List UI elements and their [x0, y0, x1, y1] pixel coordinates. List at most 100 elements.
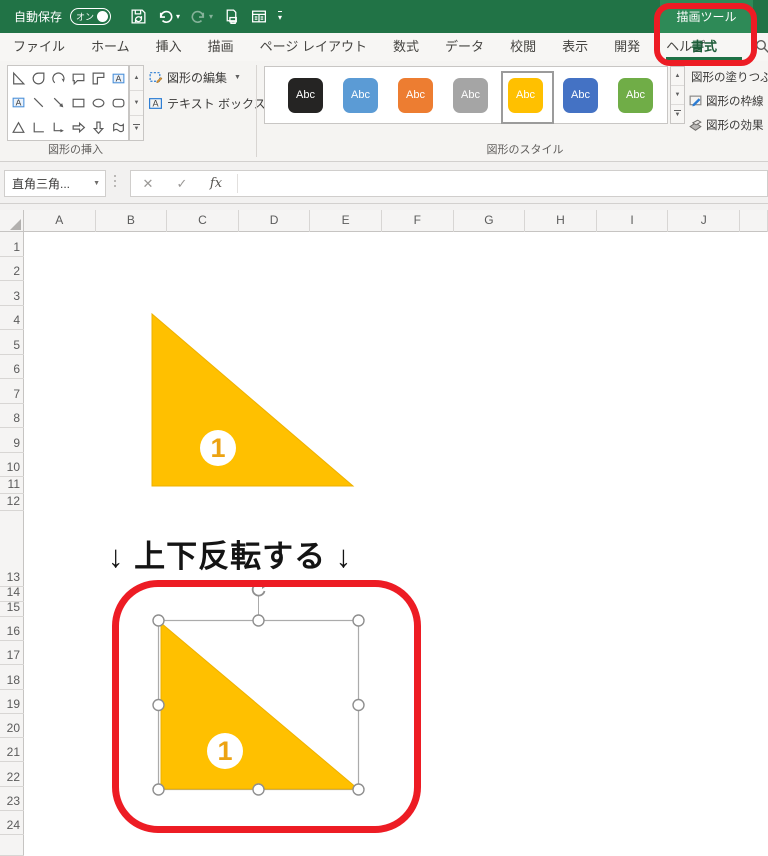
shape-teardrop-icon[interactable] — [28, 66, 48, 91]
row-header-11[interactable]: 11 — [0, 477, 24, 494]
style-chip-green[interactable]: Abc — [618, 77, 653, 113]
name-box[interactable]: 直角三角... ▼ — [4, 170, 106, 197]
tab-file[interactable]: ファイル — [0, 33, 78, 61]
save-icon[interactable] — [127, 6, 150, 27]
row-header-10[interactable]: 10 — [0, 453, 24, 477]
shape-outline-button[interactable]: 図形の枠線 — [688, 89, 768, 113]
row-header-18[interactable]: 18 — [0, 665, 24, 690]
shape-oval-icon[interactable] — [88, 91, 108, 116]
gallery-scroll-down-icon[interactable]: ▼ — [130, 91, 143, 116]
column-header-A[interactable]: A — [24, 210, 96, 232]
shape-right-block-arrow-icon[interactable] — [68, 115, 88, 140]
tab-review[interactable]: 校閲 — [497, 33, 549, 61]
row-header-4[interactable]: 4 — [0, 306, 24, 330]
style-chip-black[interactable]: Abc — [288, 77, 323, 113]
row-header-1[interactable]: 1 — [0, 232, 24, 257]
row-header-24[interactable]: 24 — [0, 811, 24, 836]
cancel-icon[interactable]: ✕ — [131, 176, 165, 192]
undo-button[interactable]: ▾ — [154, 6, 183, 27]
row-header-23[interactable]: 23 — [0, 787, 24, 812]
autosave-toggle[interactable]: オン — [70, 8, 112, 25]
shape-corner-shape-icon[interactable] — [88, 66, 108, 91]
column-header-H[interactable]: H — [525, 210, 597, 232]
shape-effects-label: 図形の効果 — [706, 120, 764, 132]
shape-speech-bubble-icon[interactable] — [68, 66, 88, 91]
shape-effects-button[interactable]: 図形の効果 — [688, 113, 768, 137]
tab-insert[interactable]: 挿入 — [143, 33, 195, 61]
print-preview-icon[interactable] — [220, 6, 243, 27]
select-all-corner[interactable] — [0, 210, 24, 232]
shape-rounded-rectangle-icon[interactable] — [108, 91, 128, 116]
qat-customize-icon[interactable]: ▾ — [275, 9, 285, 24]
shape-text-box-selected-icon[interactable]: A — [108, 66, 128, 91]
search-icon[interactable] — [755, 39, 768, 55]
form-view-icon[interactable] — [247, 6, 271, 27]
gallery-scroll-up-icon[interactable]: ▲ — [130, 66, 143, 91]
tab-developer[interactable]: 開発 — [601, 33, 653, 61]
gallery-more-icon[interactable]: ▼ — [130, 116, 143, 140]
style-scroll-down-icon[interactable]: ▼ — [671, 86, 684, 105]
shape-isosceles-triangle-icon[interactable] — [8, 115, 28, 140]
style-chip-dark-blue[interactable]: Abc — [563, 77, 598, 113]
row-header-17[interactable]: 17 — [0, 641, 24, 666]
enter-icon[interactable]: ✓ — [165, 176, 199, 192]
name-box-caret-icon[interactable]: ▼ — [93, 180, 100, 187]
row-header-3[interactable]: 3 — [0, 281, 24, 306]
row-header-13[interactable]: 13 — [0, 511, 24, 587]
style-more-icon[interactable]: ▼ — [671, 105, 684, 123]
insert-function-icon[interactable]: fx — [199, 176, 233, 191]
style-scroll-up-icon[interactable]: ▲ — [671, 67, 684, 86]
column-header-F[interactable]: F — [382, 210, 454, 232]
column-header-J[interactable]: J — [668, 210, 740, 232]
shape-fill-button[interactable]: 図形の塗りつぶし — [688, 65, 768, 89]
shape-arc-arrow-icon[interactable] — [48, 66, 68, 91]
row-header-9[interactable]: 9 — [0, 428, 24, 453]
tab-formulas[interactable]: 数式 — [380, 33, 432, 61]
tab-page-layout[interactable]: ページ レイアウト — [247, 33, 380, 61]
undo-caret-icon[interactable]: ▾ — [176, 12, 180, 21]
tab-view[interactable]: 表示 — [549, 33, 601, 61]
text-box-button[interactable]: A テキスト ボックス ▼ — [148, 95, 280, 112]
tab-home[interactable]: ホーム — [78, 33, 143, 61]
column-header-G[interactable]: G — [454, 210, 526, 232]
autosave-toggle-state: オン — [76, 12, 95, 22]
row-header-15[interactable]: 15 — [0, 602, 24, 617]
tab-data[interactable]: データ — [432, 33, 497, 61]
row-header-22[interactable]: 22 — [0, 763, 24, 787]
style-chip-orange[interactable]: Abc — [398, 77, 433, 113]
shape-flowchart-scroll-icon[interactable] — [108, 115, 128, 140]
shape-rectangle-icon[interactable] — [68, 91, 88, 116]
row-header-12[interactable]: 12 — [0, 494, 24, 511]
style-chip-gold[interactable]: Abc — [508, 77, 543, 113]
shape-arrow-icon[interactable] — [48, 91, 68, 116]
column-header-C[interactable]: C — [167, 210, 239, 232]
row-header-20[interactable]: 20 — [0, 714, 24, 739]
row-header-5[interactable]: 5 — [0, 330, 24, 355]
row-header-21[interactable]: 21 — [0, 738, 24, 763]
style-chip-gray[interactable]: Abc — [453, 77, 488, 113]
row-header-7[interactable]: 7 — [0, 379, 24, 404]
shape-right-triangle-icon[interactable] — [8, 66, 28, 91]
row-header-partial[interactable] — [0, 835, 24, 856]
row-header-2[interactable]: 2 — [0, 257, 24, 281]
row-header-19[interactable]: 19 — [0, 690, 24, 714]
formula-input[interactable] — [242, 171, 767, 196]
row-header-6[interactable]: 6 — [0, 355, 24, 379]
tab-draw[interactable]: 描画 — [195, 33, 247, 61]
shape-elbow-arrow-connector-icon[interactable] — [48, 115, 68, 140]
shape-line-icon[interactable] — [28, 91, 48, 116]
column-header-B[interactable]: B — [96, 210, 168, 232]
shape-gallery-scroll: ▲ ▼ ▼ — [129, 65, 144, 141]
shape-down-block-arrow-icon[interactable] — [88, 115, 108, 140]
column-header-E[interactable]: E — [310, 210, 382, 232]
row-header-14[interactable]: 14 — [0, 587, 24, 602]
shape-text-box-icon[interactable]: A — [8, 91, 28, 116]
row-header-16[interactable]: 16 — [0, 617, 24, 641]
column-header-I[interactable]: I — [597, 210, 669, 232]
style-chip-blue[interactable]: Abc — [343, 77, 378, 113]
column-header-partial[interactable] — [740, 210, 768, 232]
column-header-D[interactable]: D — [239, 210, 311, 232]
shape-elbow-connector-icon[interactable] — [28, 115, 48, 140]
row-header-8[interactable]: 8 — [0, 404, 24, 428]
edit-shape-button[interactable]: 図形の編集 ▼ — [148, 69, 241, 86]
